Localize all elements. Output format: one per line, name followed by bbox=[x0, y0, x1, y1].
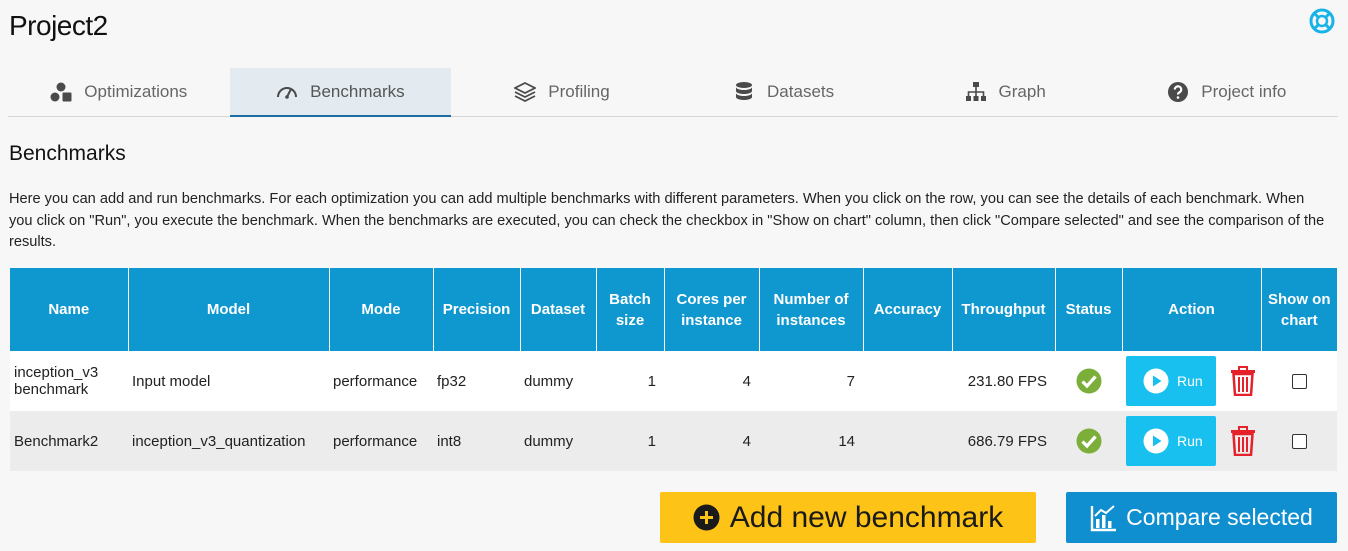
optimizations-icon bbox=[50, 82, 72, 102]
cell-accuracy bbox=[863, 411, 952, 471]
cell-precision: int8 bbox=[433, 411, 520, 471]
cell-dataset: dummy bbox=[520, 411, 596, 471]
add-new-benchmark-label: Add new benchmark bbox=[729, 500, 1004, 534]
show-on-chart-checkbox[interactable] bbox=[1291, 374, 1307, 390]
tab-label: Profiling bbox=[548, 82, 610, 101]
cell-show-on-chart bbox=[1261, 411, 1337, 471]
cell-batch-size: 1 bbox=[596, 411, 664, 471]
benchmarks-table: Name Model Mode Precision Dataset Batch … bbox=[10, 268, 1337, 471]
header-status: Status bbox=[1055, 268, 1123, 351]
table-row[interactable]: Benchmark2 inception_v3_quantization per… bbox=[10, 411, 1337, 471]
tab-project-info[interactable]: Project info bbox=[1116, 68, 1338, 116]
lifebuoy-help-icon[interactable] bbox=[1309, 8, 1335, 34]
tab-label: Benchmarks bbox=[310, 81, 405, 101]
header-action: Action bbox=[1122, 268, 1262, 351]
section-description: Here you can add and run benchmarks. For… bbox=[9, 191, 1325, 250]
tab-datasets[interactable]: Datasets bbox=[673, 68, 895, 116]
cell-batch-size: 1 bbox=[596, 351, 664, 411]
cell-instances: 7 bbox=[759, 351, 863, 411]
section-title: Benchmarks bbox=[9, 142, 126, 165]
compare-selected-label: Compare selected bbox=[1126, 504, 1313, 530]
cell-cores: 4 bbox=[664, 351, 759, 411]
chart-compare-icon bbox=[1090, 504, 1117, 531]
cell-model: inception_v3_quantization bbox=[128, 411, 329, 471]
cell-show-on-chart bbox=[1261, 351, 1337, 411]
cell-name: inception_v3 benchmark bbox=[10, 351, 128, 411]
tab-benchmarks[interactable]: Benchmarks bbox=[229, 68, 452, 117]
cell-model: Input model bbox=[128, 351, 329, 411]
header-dataset: Dataset bbox=[520, 268, 597, 351]
header-show-on-chart: Show on chart bbox=[1261, 268, 1337, 351]
header-instances: Number of instances bbox=[759, 268, 864, 351]
table-header-row: Name Model Mode Precision Dataset Batch … bbox=[10, 268, 1337, 351]
success-check-icon bbox=[1076, 368, 1101, 394]
tab-graph[interactable]: Graph bbox=[894, 68, 1116, 116]
trash-icon[interactable] bbox=[1230, 366, 1256, 396]
run-button-label: Run bbox=[1177, 373, 1203, 389]
cell-action: Run bbox=[1122, 411, 1261, 471]
graph-icon bbox=[965, 82, 986, 101]
page-title: Project2 bbox=[9, 10, 108, 41]
header-model: Model bbox=[128, 268, 330, 351]
tab-bar: Optimizations Benchmarks Profiling Datas… bbox=[8, 68, 1338, 117]
cell-action: Run bbox=[1122, 351, 1261, 411]
tab-profiling[interactable]: Profiling bbox=[451, 68, 673, 116]
cell-mode: performance bbox=[329, 411, 433, 471]
run-button[interactable]: Run bbox=[1126, 356, 1216, 406]
cell-dataset: dummy bbox=[520, 351, 596, 411]
plus-circle-icon bbox=[693, 504, 720, 531]
run-button-label: Run bbox=[1177, 433, 1203, 449]
header-throughput: Throughput bbox=[952, 268, 1056, 351]
play-circle-icon bbox=[1143, 428, 1169, 454]
gauge-icon bbox=[277, 86, 298, 99]
table-row[interactable]: inception_v3 benchmark Input model perfo… bbox=[10, 351, 1337, 411]
cell-mode: performance bbox=[329, 351, 433, 411]
show-on-chart-checkbox[interactable] bbox=[1291, 434, 1307, 450]
cell-status bbox=[1055, 411, 1122, 471]
trash-icon[interactable] bbox=[1230, 426, 1256, 456]
tab-optimizations[interactable]: Optimizations bbox=[8, 68, 230, 116]
tab-label: Graph bbox=[998, 82, 1046, 101]
header-name: Name bbox=[10, 268, 129, 351]
header-batch-size: Batch size bbox=[596, 268, 665, 351]
database-icon bbox=[736, 82, 753, 100]
tab-label: Datasets bbox=[767, 82, 835, 101]
header-mode: Mode bbox=[329, 268, 434, 351]
cell-cores: 4 bbox=[664, 411, 759, 471]
add-new-benchmark-button[interactable]: Add new benchmark bbox=[660, 492, 1036, 543]
header-cores: Cores per instance bbox=[664, 268, 760, 351]
cell-name: Benchmark2 bbox=[10, 411, 128, 471]
play-circle-icon bbox=[1143, 368, 1169, 394]
run-button[interactable]: Run bbox=[1126, 416, 1216, 466]
tab-label: Optimizations bbox=[84, 82, 188, 101]
question-icon bbox=[1168, 82, 1189, 102]
success-check-icon bbox=[1076, 428, 1101, 454]
cell-precision: fp32 bbox=[433, 351, 520, 411]
cell-throughput: 686.79 FPS bbox=[952, 411, 1055, 471]
cell-accuracy bbox=[863, 351, 952, 411]
compare-selected-button[interactable]: Compare selected bbox=[1066, 492, 1337, 543]
cell-instances: 14 bbox=[759, 411, 863, 471]
header-accuracy: Accuracy bbox=[863, 268, 953, 351]
cell-throughput: 231.80 FPS bbox=[952, 351, 1055, 411]
tab-label: Project info bbox=[1201, 82, 1287, 101]
header-precision: Precision bbox=[433, 268, 521, 351]
cell-status bbox=[1055, 351, 1122, 411]
layers-icon bbox=[514, 81, 537, 103]
